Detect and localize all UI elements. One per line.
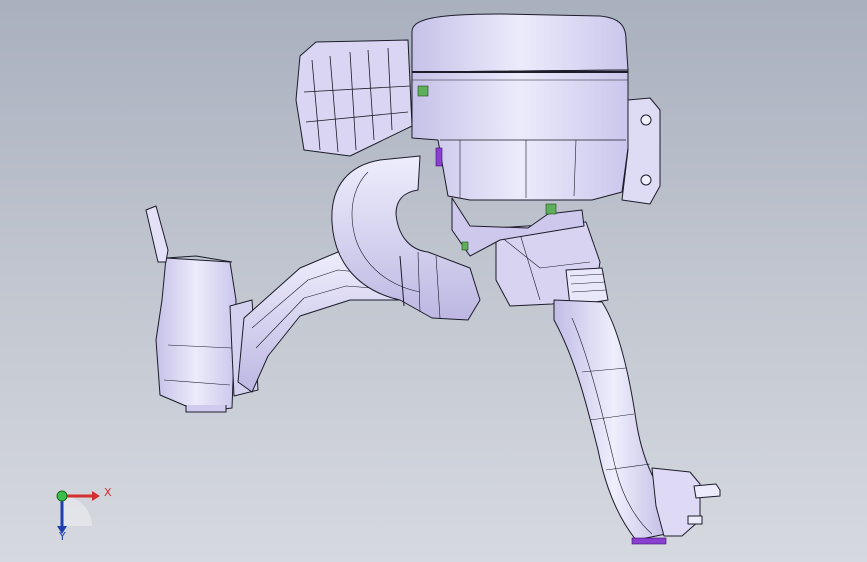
y-axis-label: Y (59, 530, 66, 543)
inlet-flap (145, 205, 169, 263)
inlet-duct (155, 257, 237, 413)
resonator-grille-box (295, 39, 413, 157)
mounting-bracket (621, 97, 661, 205)
cad-viewport[interactable]: X Y (0, 0, 867, 562)
air-filter-base (411, 69, 629, 201)
air-intake-assembly-model[interactable] (0, 0, 867, 562)
origin-marker (56, 490, 68, 502)
triad-shadow (62, 496, 92, 526)
air-filter-lid (411, 13, 629, 73)
x-axis-label: X (104, 486, 112, 499)
